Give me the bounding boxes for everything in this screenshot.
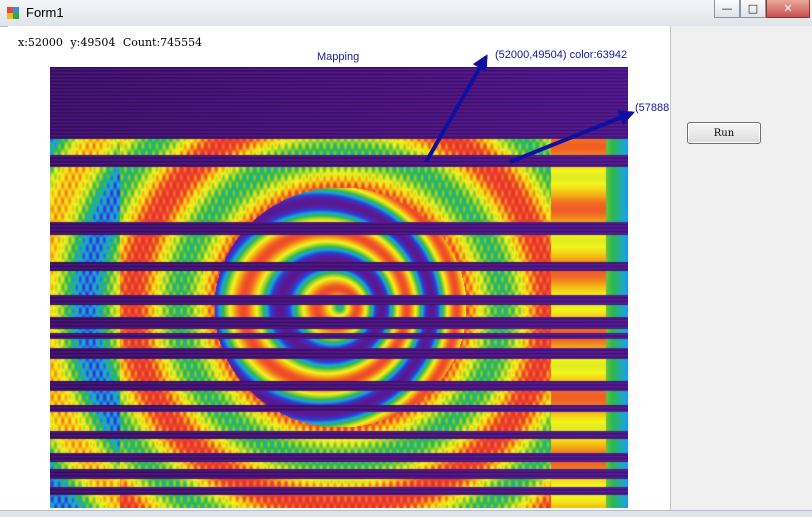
mapping-title: Mapping [317, 51, 360, 63]
window-controls: — □ ✕ [714, 0, 810, 18]
run-button[interactable]: Run [687, 122, 761, 144]
annotation-label-1: (52000,49504) color:63942 [495, 49, 628, 61]
point-count: Count:745554 [122, 36, 203, 49]
control-panel: Run [670, 26, 812, 510]
x-coordinate: x:52000 [18, 36, 63, 49]
window-title: Form1 [26, 5, 64, 20]
close-button[interactable]: ✕ [766, 0, 810, 18]
form-client-area: x:52000 y:49504 Count:745554 Mapping (52… [8, 26, 812, 510]
y-coordinate: y:49504 [70, 36, 116, 49]
app-icon [7, 7, 19, 19]
minimize-button[interactable]: — [714, 0, 740, 18]
title-bar: Form1 — □ ✕ [0, 0, 812, 27]
status-readout: x:52000 y:49504 Count:745554 [18, 36, 202, 49]
maximize-button[interactable]: □ [740, 0, 766, 18]
mapping-heatmap[interactable] [50, 67, 628, 508]
